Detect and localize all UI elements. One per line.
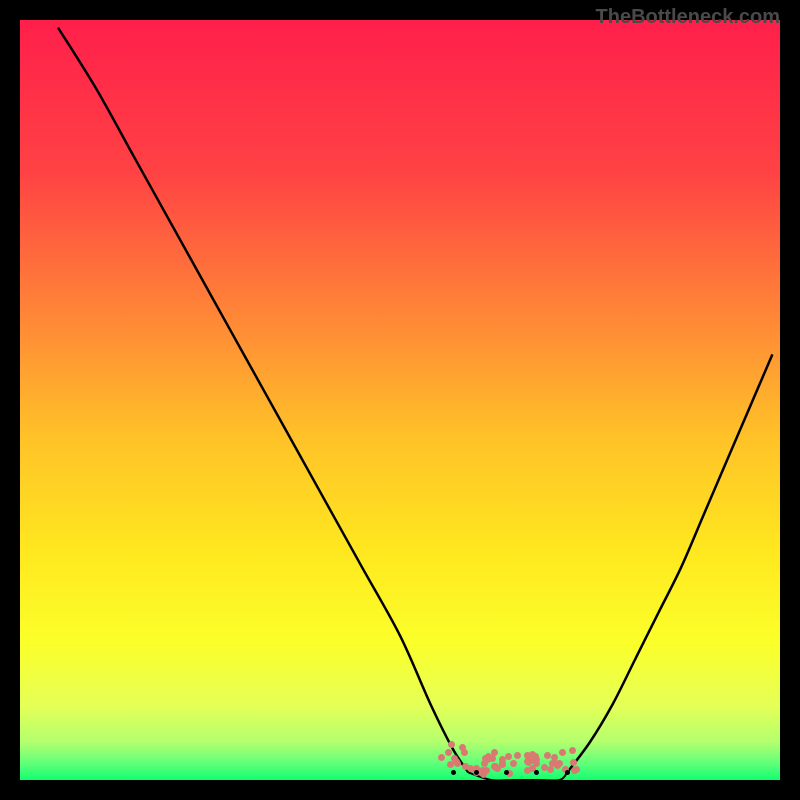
watermark-text: TheBottleneck.com [596, 6, 780, 29]
tick-dot [474, 770, 479, 775]
left-curve [58, 28, 468, 773]
bottleneck-curve [20, 20, 780, 780]
valley-floor [468, 772, 567, 780]
tick-dot [451, 770, 456, 775]
plot-area [20, 20, 780, 780]
right-curve [567, 354, 772, 772]
tick-dot [504, 770, 509, 775]
tick-dot [565, 770, 570, 775]
